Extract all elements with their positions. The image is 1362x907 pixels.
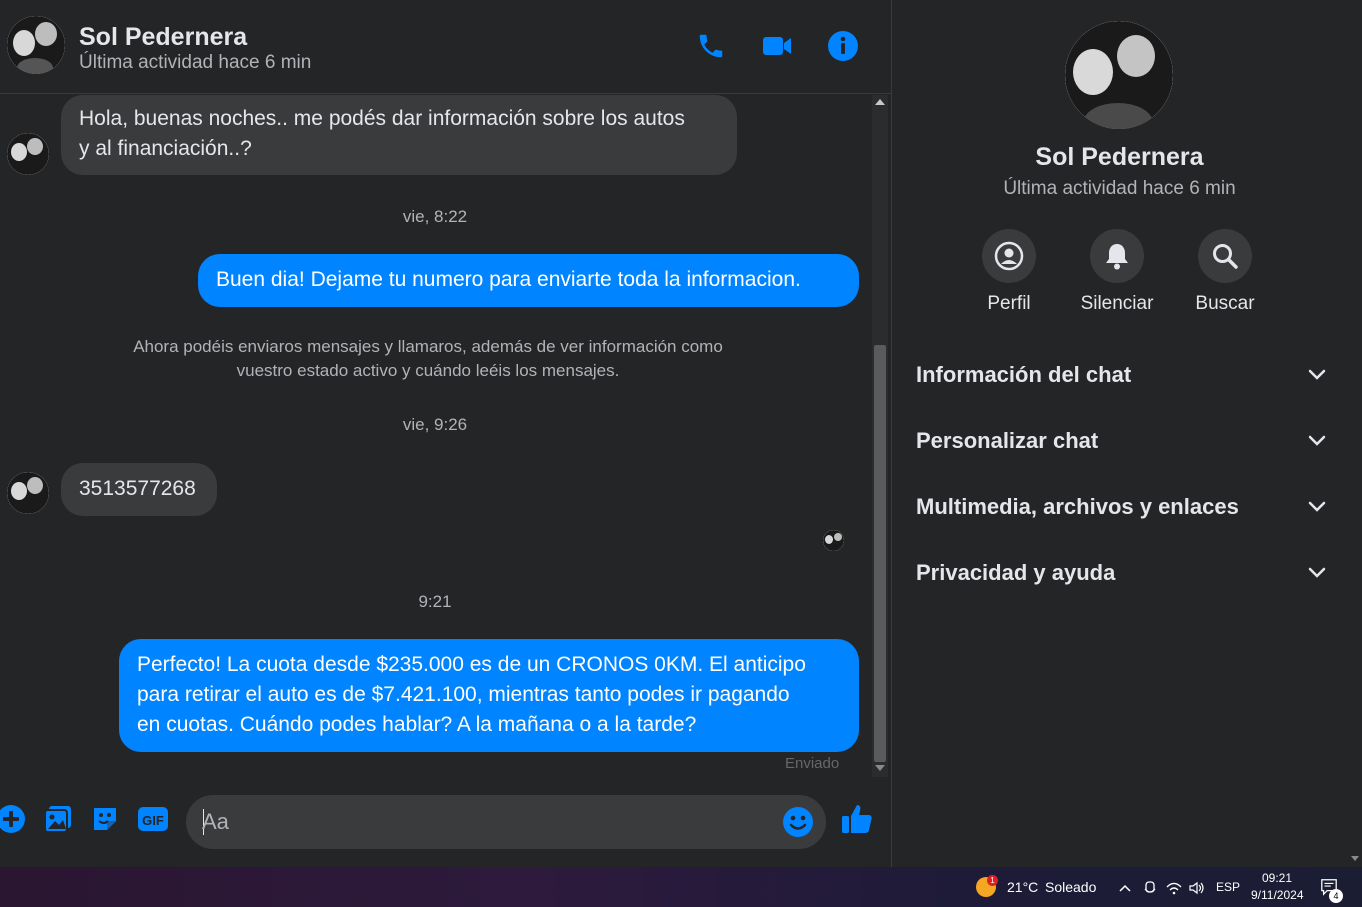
contact-name[interactable]: Sol Pedernera: [79, 23, 247, 52]
mute-action-label: Silenciar: [1080, 293, 1154, 314]
message-text: para retirar el auto es de $7.421.100, m…: [137, 683, 790, 706]
outgoing-message[interactable]: Perfecto! La cuota desde $235.000 es de …: [119, 639, 859, 752]
section-label: Multimedia, archivos y enlaces: [916, 494, 1239, 519]
message-timestamp: vie, 8:22: [402, 207, 468, 226]
message-list[interactable]: Hola, buenas noches.. me podés dar infor…: [0, 95, 870, 779]
weather-badge: 1: [987, 875, 998, 886]
info-panel-scrollbar[interactable]: [1347, 0, 1362, 867]
profile-name: Sol Pedernera: [1035, 143, 1204, 171]
message-composer: GIF: [0, 780, 891, 867]
chat-scrollbar[interactable]: [872, 95, 888, 777]
section-media-files-links[interactable]: Multimedia, archivos y enlaces: [916, 487, 1326, 527]
outgoing-message[interactable]: Buen dia! Dejame tu numero para enviarte…: [198, 254, 859, 307]
chat-info-panel: Sol Pedernera Última actividad hace 6 mi…: [891, 0, 1362, 867]
message-input-box[interactable]: [186, 795, 826, 849]
system-note-text: vuestro estado activo y cuándo leéis los…: [236, 361, 620, 380]
contact-avatar-small[interactable]: [7, 133, 49, 175]
video-camera-icon[interactable]: [761, 30, 793, 62]
section-privacy-help[interactable]: Privacidad y ayuda: [916, 553, 1326, 593]
gif-label: GIF: [142, 813, 164, 828]
chat-pane: Sol Pedernera Última actividad hace 6 mi…: [0, 0, 891, 867]
search-icon[interactable]: [1198, 229, 1252, 283]
emoji-icon[interactable]: [782, 806, 814, 838]
language-indicator[interactable]: ESP: [1216, 880, 1240, 894]
weather-temperature[interactable]: 21°C: [1007, 879, 1038, 895]
chat-header: Sol Pedernera Última actividad hace 6 mi…: [0, 0, 891, 94]
like-icon[interactable]: [840, 802, 874, 836]
sent-status: Enviado: [785, 755, 840, 772]
windows-taskbar: 1 21°C Soleado ESP 09:21 9/11/2024 4: [0, 867, 1362, 907]
profile-action[interactable]: Perfil: [954, 229, 1064, 315]
volume-icon[interactable]: [1188, 879, 1206, 897]
image-icon[interactable]: [41, 802, 75, 836]
clock-date[interactable]: 9/11/2024: [1251, 888, 1304, 902]
contact-avatar[interactable]: [7, 16, 65, 74]
search-action[interactable]: Buscar: [1170, 229, 1280, 315]
chevron-down-icon: [1308, 435, 1326, 446]
mute-action[interactable]: Silenciar: [1062, 229, 1172, 315]
chevron-up-icon[interactable]: [1116, 879, 1134, 897]
message-input[interactable]: [202, 807, 772, 837]
read-receipt-avatar: [823, 530, 844, 551]
contact-avatar-small[interactable]: [7, 472, 49, 514]
scroll-down-arrow-icon[interactable]: [1351, 856, 1359, 861]
message-text: y al financiación..?: [79, 137, 252, 160]
plus-icon[interactable]: [0, 802, 28, 836]
info-icon[interactable]: [827, 30, 859, 62]
search-action-label: Buscar: [1195, 293, 1255, 314]
incoming-message[interactable]: Hola, buenas noches.. me podés dar infor…: [61, 95, 737, 175]
message-text: en cuotas. Cuándo podes hablar? A la mañ…: [137, 713, 697, 736]
section-label: Personalizar chat: [916, 428, 1099, 453]
profile-action-label: Perfil: [987, 293, 1031, 314]
contact-status: Última actividad hace 6 min: [79, 52, 312, 73]
system-note: Ahora podéis enviaros mensajes y llamaro…: [100, 335, 756, 383]
meet-now-icon[interactable]: [1141, 879, 1159, 897]
message-text: Hola, buenas noches.. me podés dar infor…: [79, 107, 685, 130]
profile-status: Última actividad hace 6 min: [1003, 178, 1236, 199]
section-customize-chat[interactable]: Personalizar chat: [916, 421, 1326, 461]
gif-icon[interactable]: GIF: [136, 802, 170, 836]
phone-icon[interactable]: [695, 30, 727, 62]
chevron-down-icon: [1308, 369, 1326, 380]
system-note-text: Ahora podéis enviaros mensajes y llamaro…: [133, 337, 723, 356]
scroll-down-arrow-icon[interactable]: [875, 765, 885, 771]
scroll-up-arrow-icon[interactable]: [875, 99, 885, 105]
profile-avatar[interactable]: [1065, 21, 1173, 129]
wifi-icon[interactable]: [1165, 879, 1183, 897]
section-label: Información del chat: [916, 362, 1132, 387]
message-timestamp: 9:21: [418, 592, 452, 611]
message-text: Perfecto! La cuota desde $235.000 es de …: [137, 653, 806, 676]
chevron-down-icon: [1308, 567, 1326, 578]
notification-count-badge: 4: [1329, 889, 1343, 903]
scroll-thumb[interactable]: [874, 345, 886, 762]
clock-time[interactable]: 09:21: [1262, 871, 1292, 885]
section-chat-info[interactable]: Información del chat: [916, 355, 1326, 395]
message-timestamp: vie, 9:26: [402, 415, 468, 434]
bell-icon[interactable]: [1090, 229, 1144, 283]
incoming-message[interactable]: 3513577268: [61, 463, 217, 516]
sticker-icon[interactable]: [88, 802, 122, 836]
profile-icon[interactable]: [982, 229, 1036, 283]
section-label: Privacidad y ayuda: [916, 560, 1116, 585]
chevron-down-icon: [1308, 501, 1326, 512]
weather-description[interactable]: Soleado: [1045, 879, 1096, 895]
